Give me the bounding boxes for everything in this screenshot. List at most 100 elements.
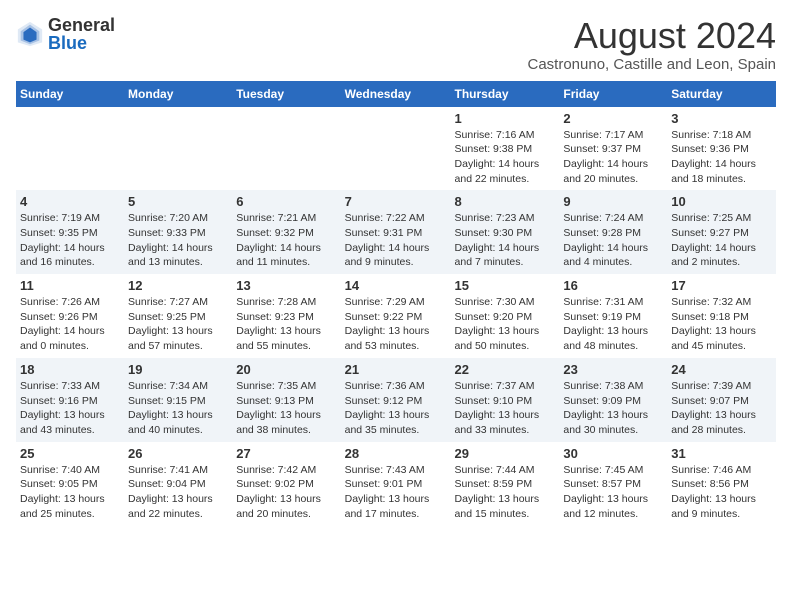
day-info: Sunrise: 7:28 AM Sunset: 9:23 PM Dayligh…	[236, 295, 336, 354]
logo-icon	[16, 20, 44, 48]
day-number: 15	[455, 278, 556, 293]
calendar-cell: 6 Sunrise: 7:21 AM Sunset: 9:32 PM Daylig…	[232, 190, 340, 274]
calendar-body: 1Sunrise: 7:16 AM Sunset: 9:38 PM Daylig…	[16, 107, 776, 526]
day-info: Sunrise: 7:20 AM Sunset: 9:33 PM Dayligh…	[128, 211, 228, 270]
calendar-cell: 19Sunrise: 7:34 AM Sunset: 9:15 PM Dayli…	[124, 358, 232, 442]
day-number: 21	[345, 362, 447, 377]
day-number: 9	[563, 194, 663, 209]
day-info: Sunrise: 7:30 AM Sunset: 9:20 PM Dayligh…	[455, 295, 556, 354]
day-info: Sunrise: 7:21 AM Sunset: 9:32 PM Dayligh…	[236, 211, 336, 270]
day-number: 10	[671, 194, 772, 209]
calendar-cell: 31 Sunrise: 7:46 AM Sunset: 8:56 PM Dayli…	[667, 442, 776, 526]
day-number: 8	[455, 194, 556, 209]
day-number: 14	[345, 278, 447, 293]
day-number: 6	[236, 194, 336, 209]
weekday-header: Friday	[559, 81, 667, 107]
day-info: Sunrise: 7:22 AM Sunset: 9:31 PM Dayligh…	[345, 211, 447, 270]
day-number: 17	[671, 278, 772, 293]
calendar-cell: 13 Sunrise: 7:28 AM Sunset: 9:23 PM Dayli…	[232, 274, 340, 358]
weekday-header: Thursday	[451, 81, 560, 107]
calendar-week-row: 18 Sunrise: 7:33 AM Sunset: 9:16 PM Dayli…	[16, 358, 776, 442]
calendar-cell: 14Sunrise: 7:29 AM Sunset: 9:22 PM Dayli…	[341, 274, 451, 358]
day-number: 26	[128, 446, 228, 461]
logo-general: General	[48, 16, 115, 34]
day-number: 5	[128, 194, 228, 209]
main-title: August 2024	[528, 16, 777, 56]
calendar-cell: 16 Sunrise: 7:31 AM Sunset: 9:19 PM Dayli…	[559, 274, 667, 358]
calendar-cell: 5 Sunrise: 7:20 AM Sunset: 9:33 PM Daylig…	[124, 190, 232, 274]
day-number: 12	[128, 278, 228, 293]
calendar-cell: 2Sunrise: 7:17 AM Sunset: 9:37 PM Daylig…	[559, 107, 667, 191]
day-info: Sunrise: 7:39 AM Sunset: 9:07 PM Dayligh…	[671, 379, 772, 438]
subtitle: Castronuno, Castille and Leon, Spain	[528, 56, 777, 73]
day-number: 7	[345, 194, 447, 209]
calendar-cell: 28Sunrise: 7:43 AM Sunset: 9:01 PM Dayli…	[341, 442, 451, 526]
calendar-cell	[16, 107, 124, 191]
calendar-cell: 3 Sunrise: 7:18 AM Sunset: 9:36 PM Daylig…	[667, 107, 776, 191]
day-info: Sunrise: 7:27 AM Sunset: 9:25 PM Dayligh…	[128, 295, 228, 354]
day-info: Sunrise: 7:23 AM Sunset: 9:30 PM Dayligh…	[455, 211, 556, 270]
day-info: Sunrise: 7:32 AM Sunset: 9:18 PM Dayligh…	[671, 295, 772, 354]
day-number: 25	[20, 446, 120, 461]
day-number: 18	[20, 362, 120, 377]
weekday-header: Saturday	[667, 81, 776, 107]
weekday-header-row: SundayMondayTuesdayWednesdayThursdayFrid…	[16, 81, 776, 107]
day-info: Sunrise: 7:25 AM Sunset: 9:27 PM Dayligh…	[671, 211, 772, 270]
day-number: 27	[236, 446, 336, 461]
calendar-cell: 20 Sunrise: 7:35 AM Sunset: 9:13 PM Dayli…	[232, 358, 340, 442]
day-info: Sunrise: 7:16 AM Sunset: 9:38 PM Dayligh…	[455, 128, 556, 187]
day-info: Sunrise: 7:42 AM Sunset: 9:02 PM Dayligh…	[236, 463, 336, 522]
calendar-cell	[341, 107, 451, 191]
day-info: Sunrise: 7:36 AM Sunset: 9:12 PM Dayligh…	[345, 379, 447, 438]
day-number: 31	[671, 446, 772, 461]
day-number: 30	[563, 446, 663, 461]
weekday-header: Sunday	[16, 81, 124, 107]
day-info: Sunrise: 7:33 AM Sunset: 9:16 PM Dayligh…	[20, 379, 120, 438]
day-number: 16	[563, 278, 663, 293]
day-info: Sunrise: 7:44 AM Sunset: 8:59 PM Dayligh…	[455, 463, 556, 522]
day-number: 24	[671, 362, 772, 377]
day-info: Sunrise: 7:40 AM Sunset: 9:05 PM Dayligh…	[20, 463, 120, 522]
day-info: Sunrise: 7:18 AM Sunset: 9:36 PM Dayligh…	[671, 128, 772, 187]
calendar-header: SundayMondayTuesdayWednesdayThursdayFrid…	[16, 81, 776, 107]
calendar-week-row: 1Sunrise: 7:16 AM Sunset: 9:38 PM Daylig…	[16, 107, 776, 191]
calendar-cell: 8 Sunrise: 7:23 AM Sunset: 9:30 PM Daylig…	[451, 190, 560, 274]
day-info: Sunrise: 7:46 AM Sunset: 8:56 PM Dayligh…	[671, 463, 772, 522]
logo-text: General Blue	[48, 16, 115, 52]
calendar-cell: 29 Sunrise: 7:44 AM Sunset: 8:59 PM Dayli…	[451, 442, 560, 526]
day-info: Sunrise: 7:31 AM Sunset: 9:19 PM Dayligh…	[563, 295, 663, 354]
day-number: 23	[563, 362, 663, 377]
day-number: 13	[236, 278, 336, 293]
calendar-cell: 10 Sunrise: 7:25 AM Sunset: 9:27 PM Dayli…	[667, 190, 776, 274]
calendar-cell: 23 Sunrise: 7:38 AM Sunset: 9:09 PM Dayli…	[559, 358, 667, 442]
calendar-cell	[124, 107, 232, 191]
day-info: Sunrise: 7:41 AM Sunset: 9:04 PM Dayligh…	[128, 463, 228, 522]
day-info: Sunrise: 7:38 AM Sunset: 9:09 PM Dayligh…	[563, 379, 663, 438]
calendar-cell: 17 Sunrise: 7:32 AM Sunset: 9:18 PM Dayli…	[667, 274, 776, 358]
calendar-cell: 12 Sunrise: 7:27 AM Sunset: 9:25 PM Dayli…	[124, 274, 232, 358]
calendar-cell: 25 Sunrise: 7:40 AM Sunset: 9:05 PM Dayli…	[16, 442, 124, 526]
calendar-cell: 1Sunrise: 7:16 AM Sunset: 9:38 PM Daylig…	[451, 107, 560, 191]
day-info: Sunrise: 7:35 AM Sunset: 9:13 PM Dayligh…	[236, 379, 336, 438]
day-info: Sunrise: 7:45 AM Sunset: 8:57 PM Dayligh…	[563, 463, 663, 522]
day-number: 29	[455, 446, 556, 461]
day-number: 11	[20, 278, 120, 293]
calendar-cell: 18 Sunrise: 7:33 AM Sunset: 9:16 PM Dayli…	[16, 358, 124, 442]
weekday-header: Monday	[124, 81, 232, 107]
calendar-cell: 15 Sunrise: 7:30 AM Sunset: 9:20 PM Dayli…	[451, 274, 560, 358]
day-number: 2	[563, 111, 663, 126]
day-info: Sunrise: 7:19 AM Sunset: 9:35 PM Dayligh…	[20, 211, 120, 270]
weekday-header: Wednesday	[341, 81, 451, 107]
calendar-cell: 24 Sunrise: 7:39 AM Sunset: 9:07 PM Dayli…	[667, 358, 776, 442]
title-block: August 2024 Castronuno, Castille and Leo…	[528, 16, 777, 73]
day-number: 3	[671, 111, 772, 126]
calendar-cell: 30 Sunrise: 7:45 AM Sunset: 8:57 PM Dayli…	[559, 442, 667, 526]
calendar-cell: 21 Sunrise: 7:36 AM Sunset: 9:12 PM Dayli…	[341, 358, 451, 442]
weekday-header: Tuesday	[232, 81, 340, 107]
day-info: Sunrise: 7:24 AM Sunset: 9:28 PM Dayligh…	[563, 211, 663, 270]
calendar-table: SundayMondayTuesdayWednesdayThursdayFrid…	[16, 81, 776, 526]
day-number: 20	[236, 362, 336, 377]
calendar-week-row: 4 Sunrise: 7:19 AM Sunset: 9:35 PM Daylig…	[16, 190, 776, 274]
day-number: 28	[345, 446, 447, 461]
day-number: 4	[20, 194, 120, 209]
